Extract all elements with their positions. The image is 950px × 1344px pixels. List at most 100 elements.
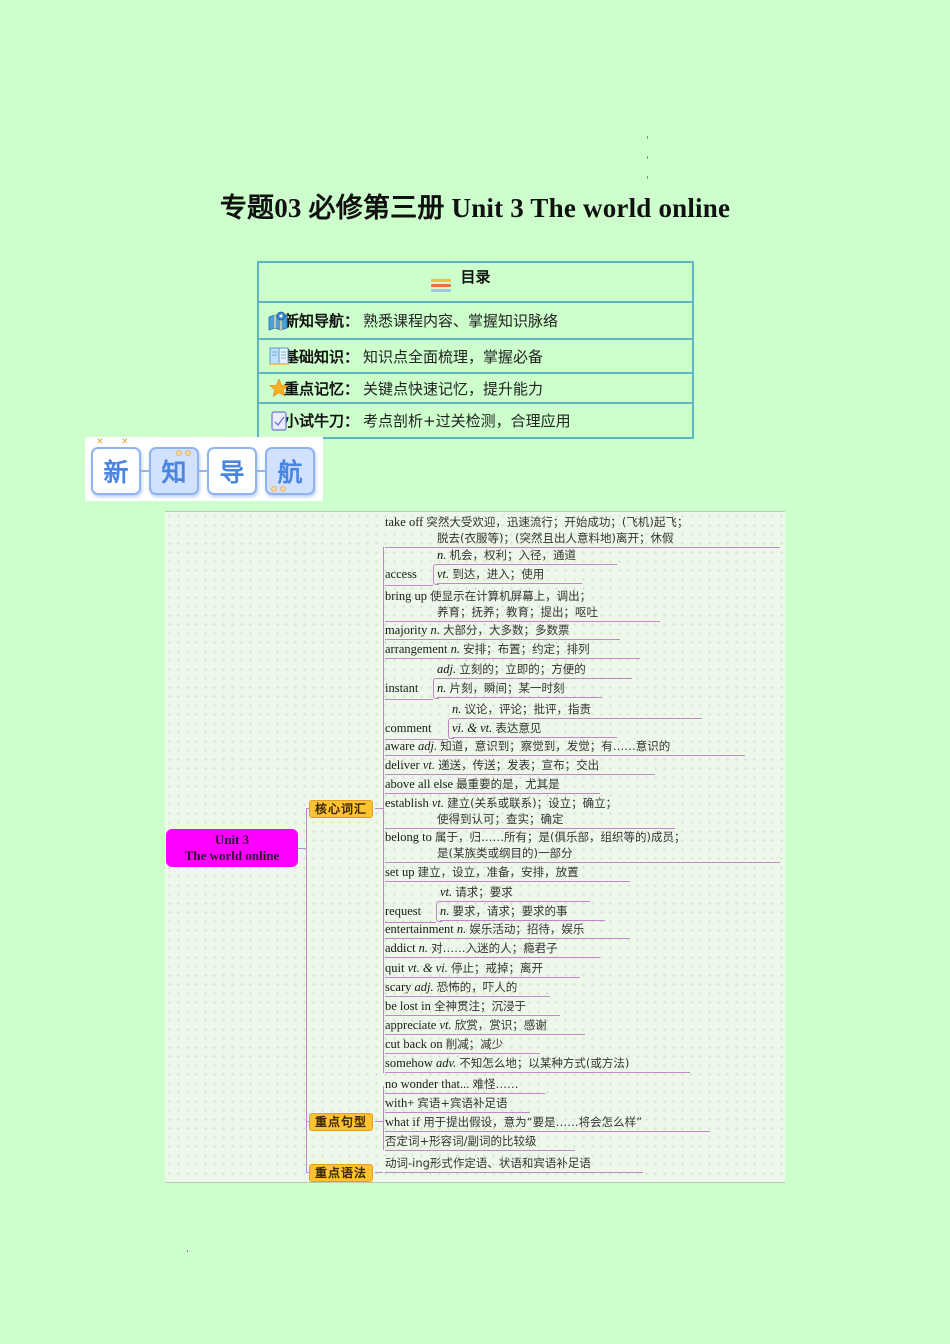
vocab-sense: n. 议论，评论；批评，指责 — [452, 702, 591, 717]
vocab-item: set up 建立，设立，准备，安排，放置 — [385, 865, 579, 880]
grammar-point: 动词-ing形式作定语、状语和宾语补足语 — [385, 1156, 591, 1171]
part-of-speech: n. — [456, 922, 470, 936]
sentence-pattern: what if 用于提出假设，意为“要是……将会怎么样” — [385, 1115, 642, 1130]
sparkle-icon: ✕ — [96, 437, 104, 447]
decor-dot — [271, 486, 277, 492]
toc-row-key-memory[interactable]: 重点记忆： 关键点快速记忆，提升能力 — [259, 372, 692, 402]
decor-dot — [185, 450, 191, 456]
connector — [383, 1086, 384, 1150]
underline — [452, 718, 702, 719]
toc-row-practice[interactable]: 小试牛刀： 考点剖析+过关检测，合理应用 — [259, 402, 692, 437]
vocab-item: above all else 最重要的是，尤其是 — [385, 777, 560, 792]
underline — [385, 1131, 710, 1132]
term-en: no wonder that... — [385, 1077, 473, 1091]
vocab-term: instant — [385, 681, 418, 696]
part-of-speech: vt. — [439, 1018, 455, 1032]
toc-heading: 目录 — [460, 267, 491, 286]
term-cn: 停止；戒掉；离开 — [450, 961, 543, 975]
underline — [385, 977, 580, 978]
map-pin-icon — [268, 311, 288, 331]
term-cn: 使得到认可；查实；确定 — [437, 812, 564, 826]
term-en: bring up — [385, 589, 431, 603]
underline — [385, 1093, 545, 1094]
vocab-sense: adj. 立刻的；立即的；方便的 — [437, 662, 586, 677]
part-of-speech: vt. — [437, 567, 453, 581]
part-of-speech: adj. — [414, 980, 437, 994]
toc-row-basics[interactable]: 基础知识： 知识点全面梳理，掌握必备 — [259, 338, 692, 372]
term-en: access — [385, 567, 417, 581]
part-of-speech: vt. & vi. — [407, 961, 451, 975]
section-banner: ✕ ✕ 新 知 导 航 — [85, 437, 323, 501]
underline — [437, 697, 602, 698]
part-of-speech: n. — [437, 548, 450, 562]
term-en: instant — [385, 681, 419, 695]
underline — [385, 881, 630, 882]
term-cn: 是(某族类或纲目的)一部分 — [437, 846, 573, 860]
underline — [385, 1053, 540, 1054]
term-en: appreciate — [385, 1018, 440, 1032]
connector — [375, 1121, 383, 1122]
margin-mark — [647, 176, 648, 179]
underline — [437, 678, 632, 679]
term-cn: 片刻，瞬间；某一时刻 — [449, 681, 565, 695]
underline — [440, 901, 590, 902]
vocab-item: be lost in 全神贯注；沉浸于 — [385, 999, 526, 1014]
term-en: belong to — [385, 830, 435, 844]
underline — [385, 1150, 575, 1151]
term-en: entertainment — [385, 922, 457, 936]
term-cn: 到达，进入；使用 — [452, 567, 545, 581]
vocab-item: quit vt. & vi. 停止；戒掉；离开 — [385, 961, 543, 976]
term-cn: 建立(关系或联系)；设立；确立； — [447, 796, 618, 810]
term-en: aware — [385, 739, 418, 753]
term-cn: 最重要的是，尤其是 — [456, 777, 560, 791]
toc-header: 目录 — [259, 263, 692, 301]
term-cn: 对……入迷的人；瘾君子 — [431, 941, 558, 955]
underline — [385, 793, 600, 794]
term-en: set up — [385, 865, 418, 879]
vocab-item: entertainment n. 娱乐活动；招待，娱乐 — [385, 922, 584, 937]
term-en: request — [385, 904, 422, 918]
vocab-item: aware adj. 知道，意识到；察觉到，发觉；有……意识的 — [385, 739, 670, 754]
term-en: majority — [385, 623, 431, 637]
part-of-speech: n. — [437, 681, 450, 695]
underline — [385, 621, 660, 622]
vocab-item: addict n. 对……入迷的人；瘾君子 — [385, 941, 558, 956]
underline — [437, 564, 617, 565]
part-of-speech: adj. — [437, 662, 460, 676]
connector — [375, 1172, 383, 1173]
underline — [385, 996, 550, 997]
book-icon — [269, 347, 289, 365]
underline — [437, 583, 582, 584]
term-cn: 削减；减少 — [445, 1037, 504, 1051]
sparkle-icon: ✕ — [121, 437, 129, 447]
part-of-speech: vt. — [422, 758, 439, 772]
term-cn: 全神贯注；沉浸于 — [433, 999, 526, 1013]
margin-mark — [647, 156, 648, 159]
decor-dot — [176, 450, 182, 456]
part-of-speech: n. — [450, 642, 464, 656]
connector — [375, 808, 383, 809]
term-cn: 难怪…… — [472, 1077, 519, 1091]
banner-connector — [199, 470, 207, 472]
vocab-term: access — [385, 567, 417, 582]
star-icon — [269, 378, 289, 398]
vocab-item: somehow adv. 不知怎么地；以某种方式(或方法) — [385, 1056, 629, 1071]
vocab-term: request — [385, 904, 421, 919]
term-cn: 欣赏，赏识；感谢 — [454, 1018, 547, 1032]
term-cn: 用于提出假设，意为“要是……将会怎么样” — [423, 1115, 643, 1129]
toc-row-new-knowledge[interactable]: 新知导航： 熟悉课程内容、掌握知识脉络 — [259, 301, 692, 338]
underline — [385, 1072, 690, 1073]
underline — [385, 1172, 643, 1173]
part-of-speech: n. — [418, 941, 432, 955]
banner-connector — [141, 470, 149, 472]
term-cn: 建立，设立，准备，安排，放置 — [417, 865, 579, 879]
term-cn: 不知怎么地；以某种方式(或方法) — [459, 1056, 630, 1070]
underline — [385, 639, 620, 640]
vocab-item-cont: 使得到认可；查实；确定 — [437, 812, 564, 827]
term-en: above all else — [385, 777, 457, 791]
underline — [385, 1015, 560, 1016]
branch-core-vocab: 核心词汇 — [309, 800, 374, 818]
term-en: cut back on — [385, 1037, 446, 1051]
branch-key-grammar: 重点语法 — [309, 1164, 374, 1182]
connector — [383, 547, 384, 1073]
